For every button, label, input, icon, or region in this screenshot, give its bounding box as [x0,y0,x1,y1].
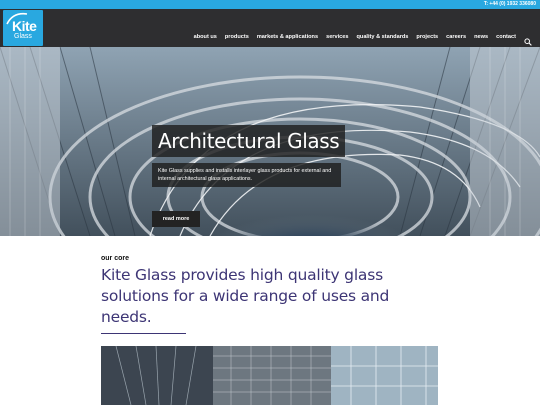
phone-number[interactable]: T: +44 (0) 1932 336080 [484,0,536,9]
hero-slider: Architectural Glass Kite Glass supplies … [0,47,540,236]
nav-products[interactable]: products [225,34,249,40]
nav-projects[interactable]: projects [416,34,438,40]
hero-title: Architectural Glass [152,125,346,157]
nav-quality-standards[interactable]: quality & standards [356,34,408,40]
read-more-button[interactable]: read more [152,211,200,227]
kite-glass-logo[interactable]: Kite Glass [3,10,43,46]
search-icon[interactable] [524,33,532,46]
top-utility-bar: T: +44 (0) 1932 336080 [0,0,540,9]
nav-services[interactable]: services [326,34,348,40]
project-image-strip [101,346,438,405]
nav-markets-applications[interactable]: markets & applications [257,34,318,40]
logo-wordmark-kite: Kite [12,18,37,34]
hero-description: Kite Glass supplies and installs interla… [152,163,341,187]
nav-contact[interactable]: contact [496,34,516,40]
glass-facade-images [101,346,438,405]
headline-divider [101,333,186,334]
site-header: about us products markets & applications… [0,9,540,47]
section-eyebrow: our core [101,255,130,262]
nav-careers[interactable]: careers [446,34,466,40]
nav-about-us[interactable]: about us [194,34,217,40]
intro-headline: Kite Glass provides high quality glass s… [101,266,390,326]
logo-wordmark-glass: Glass [14,33,32,40]
nav-news[interactable]: news [474,34,488,40]
